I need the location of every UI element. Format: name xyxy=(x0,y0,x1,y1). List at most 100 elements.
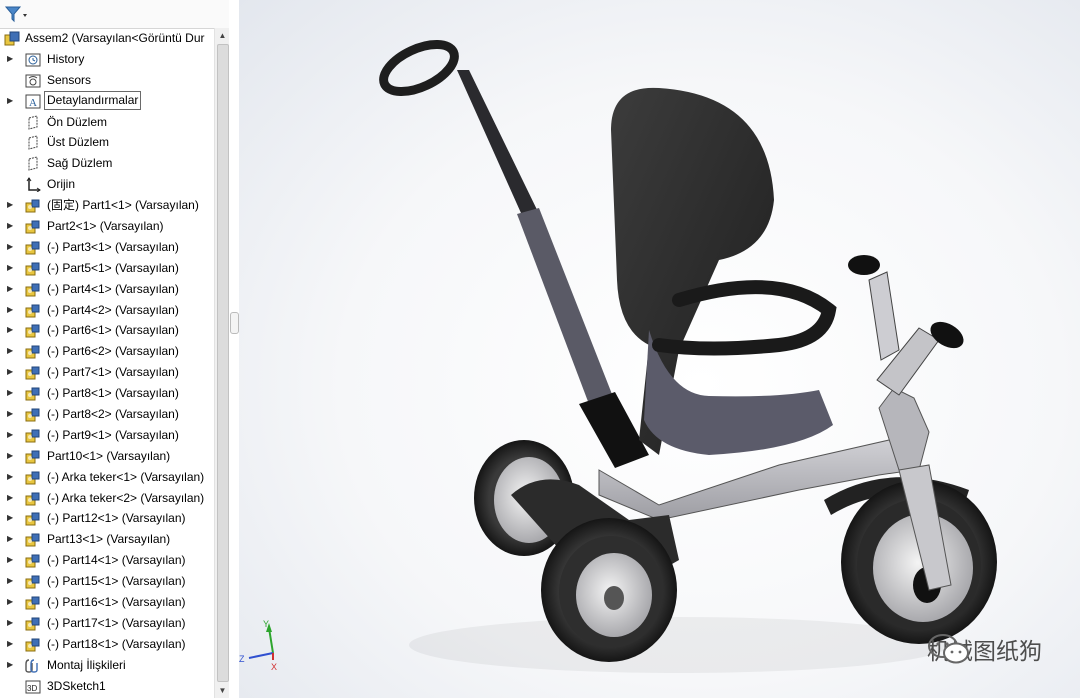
expand-arrow-icon[interactable]: ▶ xyxy=(7,320,15,341)
tree-item-label: (固定) Part1<1> (Varsayılan) xyxy=(47,198,199,213)
assembly-icon xyxy=(4,31,20,46)
expand-arrow-icon[interactable]: ▶ xyxy=(7,300,15,321)
tree-item-part5-1-varsay-lan[interactable]: ▶ (-) Part5<1> (Varsayılan) xyxy=(0,258,214,279)
sketch3d-icon: 3D xyxy=(25,679,41,694)
sensor-icon xyxy=(25,73,41,88)
expand-arrow-icon[interactable]: ▶ xyxy=(7,655,15,676)
filter-button[interactable] xyxy=(4,5,30,23)
expand-arrow-icon[interactable]: ▶ xyxy=(7,216,15,237)
tree-item-arka-teker-2-varsay-lan[interactable]: ▶ (-) Arka teker<2> (Varsayılan) xyxy=(0,488,214,509)
expand-arrow-icon[interactable]: ▶ xyxy=(7,362,15,383)
tree-item-part6-2-varsay-lan[interactable]: ▶ (-) Part6<2> (Varsayılan) xyxy=(0,341,214,362)
tree-item-st-d-zlem[interactable]: Üst Düzlem xyxy=(0,132,214,153)
tree-item-label: (-) Part8<1> (Varsayılan) xyxy=(47,386,179,401)
expand-arrow-icon[interactable]: ▶ xyxy=(7,529,15,550)
tree-item-montaj-i-li-kileri[interactable]: ▶ Montaj İlişkileri xyxy=(0,655,214,676)
tree-item-part12-1-varsay-lan[interactable]: ▶ (-) Part12<1> (Varsayılan) xyxy=(0,508,214,529)
triad-z-label: Z xyxy=(239,654,245,664)
tree-item-n-d-zlem[interactable]: Ön Düzlem xyxy=(0,112,214,133)
part-icon xyxy=(25,532,41,547)
part-icon xyxy=(25,303,41,318)
tree-item-label: Ön Düzlem xyxy=(47,114,108,129)
tree-item-label: (-) Part15<1> (Varsayılan) xyxy=(47,574,186,589)
tree-item-part6-1-varsay-lan[interactable]: ▶ (-) Part6<1> (Varsayılan) xyxy=(0,320,214,341)
part-icon xyxy=(25,386,41,401)
tree-item-arka-teker-1-varsay-lan[interactable]: ▶ (-) Arka teker<1> (Varsayılan) xyxy=(0,467,214,488)
tree-item-label: (-) Part6<1> (Varsayılan) xyxy=(47,323,179,338)
tree-item-sensors[interactable]: Sensors xyxy=(0,70,214,91)
part-icon xyxy=(25,407,41,422)
tree-item-detayland-rmalar[interactable]: ▶ A Detaylandırmalar xyxy=(0,90,214,112)
tree-item-part10-1-varsay-lan[interactable]: ▶ Part10<1> (Varsayılan) xyxy=(0,446,214,467)
expand-arrow-icon[interactable]: ▶ xyxy=(7,571,15,592)
tree-item-label: (-) Part5<1> (Varsayılan) xyxy=(47,260,179,275)
graphics-area[interactable]: Y Z X 机械图纸狗 xyxy=(239,0,1080,698)
tree-item-part17-1-varsay-lan[interactable]: ▶ (-) Part17<1> (Varsayılan) xyxy=(0,613,214,634)
expand-arrow-icon[interactable]: ▶ xyxy=(7,195,15,216)
expand-arrow-icon[interactable]: ▶ xyxy=(7,425,15,446)
tree-item-part13-1-varsay-lan[interactable]: ▶ Part13<1> (Varsayılan) xyxy=(0,529,214,550)
part-icon xyxy=(25,365,41,380)
filter-toolbar xyxy=(0,0,229,29)
history-folder-icon xyxy=(25,52,41,67)
mates-icon xyxy=(25,658,41,673)
expand-arrow-icon[interactable]: ▶ xyxy=(7,446,15,467)
part-icon xyxy=(25,491,41,506)
expand-arrow-icon[interactable]: ▶ xyxy=(7,634,15,655)
tree-item-part18-1-varsay-lan[interactable]: ▶ (-) Part18<1> (Varsayılan) xyxy=(0,634,214,655)
expand-arrow-icon[interactable]: ▶ xyxy=(7,592,15,613)
tree-item-part7-1-varsay-lan[interactable]: ▶ (-) Part7<1> (Varsayılan) xyxy=(0,362,214,383)
expand-arrow-icon[interactable]: ▶ xyxy=(7,467,15,488)
tree-root-label: Assem2 (Varsayılan<Görüntü Dur xyxy=(25,31,205,45)
tree-item-label: Part13<1> (Varsayılan) xyxy=(47,532,171,547)
tree-item-part16-1-varsay-lan[interactable]: ▶ (-) Part16<1> (Varsayılan) xyxy=(0,592,214,613)
tree-item-part15-1-varsay-lan[interactable]: ▶ (-) Part15<1> (Varsayılan) xyxy=(0,571,214,592)
expand-arrow-icon[interactable]: ▶ xyxy=(7,49,15,70)
expand-arrow-icon[interactable]: ▶ xyxy=(7,508,15,529)
annotations-icon: A xyxy=(25,94,41,109)
scrollbar-thumb[interactable] xyxy=(217,44,229,682)
tree-item-orijin[interactable]: Orijin xyxy=(0,174,214,195)
expand-arrow-icon[interactable]: ▶ xyxy=(7,383,15,404)
tree-item-label: Orijin xyxy=(47,177,76,192)
expand-arrow-icon[interactable]: ▶ xyxy=(7,237,15,258)
tree-item-part4-1-varsay-lan[interactable]: ▶ (-) Part4<1> (Varsayılan) xyxy=(0,279,214,300)
part-icon xyxy=(25,219,41,234)
tree-item-history[interactable]: ▶ History xyxy=(0,49,214,70)
expand-arrow-icon[interactable]: ▶ xyxy=(7,91,15,112)
part-icon xyxy=(25,616,41,631)
tree-item-part3-1-varsay-lan[interactable]: ▶ (-) Part3<1> (Varsayılan) xyxy=(0,237,214,258)
tree-item-part14-1-varsay-lan[interactable]: ▶ (-) Part14<1> (Varsayılan) xyxy=(0,550,214,571)
part-icon xyxy=(25,428,41,443)
expand-arrow-icon[interactable]: ▶ xyxy=(7,258,15,279)
tree-scrollbar[interactable]: ▲ ▼ xyxy=(214,28,229,698)
tree-root-assembly[interactable]: Assem2 (Varsayılan<Görüntü Dur xyxy=(0,28,214,49)
panel-splitter[interactable] xyxy=(229,0,239,698)
expand-arrow-icon[interactable]: ▶ xyxy=(7,613,15,634)
part-icon xyxy=(25,449,41,464)
tree-item-part9-1-varsay-lan[interactable]: ▶ (-) Part9<1> (Varsayılan) xyxy=(0,425,214,446)
splitter-handle[interactable] xyxy=(230,312,239,334)
expand-arrow-icon[interactable]: ▶ xyxy=(7,488,15,509)
expand-arrow-icon[interactable]: ▶ xyxy=(7,550,15,571)
tree-item-sa-d-zlem[interactable]: Sağ Düzlem xyxy=(0,153,214,174)
part-icon xyxy=(25,240,41,255)
tree-item-part4-2-varsay-lan[interactable]: ▶ (-) Part4<2> (Varsayılan) xyxy=(0,300,214,321)
tree-item-label: 3DSketch1 xyxy=(47,678,106,693)
tree-item-label: (-) Part12<1> (Varsayılan) xyxy=(47,511,186,526)
tree-item-label: (-) Arka teker<2> (Varsayılan) xyxy=(47,490,205,505)
tree-item-label: Sensors xyxy=(47,72,92,87)
scroll-up-arrow-icon[interactable]: ▲ xyxy=(215,28,229,43)
tree-item-label: (-) Part9<1> (Varsayılan) xyxy=(47,427,179,442)
tree-item-label: (-) Part16<1> (Varsayılan) xyxy=(47,595,186,610)
part-icon xyxy=(25,470,41,485)
tree-item-part1-1-varsay-lan[interactable]: ▶ (固定) Part1<1> (Varsayılan) xyxy=(0,195,214,216)
tree-item-3dsketch1[interactable]: 3D 3DSketch1 xyxy=(0,676,214,697)
expand-arrow-icon[interactable]: ▶ xyxy=(7,404,15,425)
expand-arrow-icon[interactable]: ▶ xyxy=(7,341,15,362)
tree-item-part2-1-varsay-lan[interactable]: ▶ Part2<1> (Varsayılan) xyxy=(0,216,214,237)
tree-item-part8-2-varsay-lan[interactable]: ▶ (-) Part8<2> (Varsayılan) xyxy=(0,404,214,425)
tree-item-part8-1-varsay-lan[interactable]: ▶ (-) Part8<1> (Varsayılan) xyxy=(0,383,214,404)
expand-arrow-icon[interactable]: ▶ xyxy=(7,279,15,300)
scroll-down-arrow-icon[interactable]: ▼ xyxy=(215,683,229,698)
